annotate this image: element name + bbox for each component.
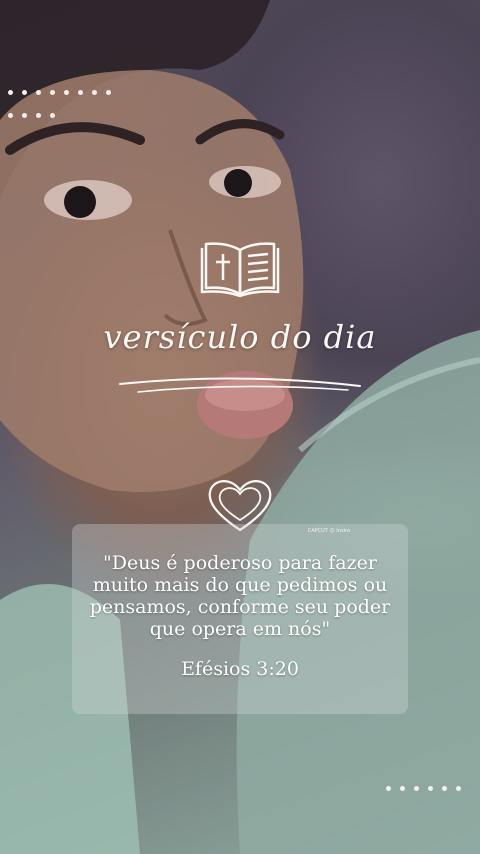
decorative-dots-top-row-1: [8, 90, 111, 95]
swoosh-underline-icon: [118, 372, 362, 396]
open-bible-with-cross-icon: [200, 238, 280, 298]
decorative-dots-top-row-2: [8, 113, 55, 118]
decorative-dots-bottom-row: [386, 786, 461, 791]
verse-reference: Efésios 3:20: [181, 658, 299, 680]
background-photo: [0, 0, 480, 854]
face-illustration: [0, 0, 480, 854]
page-title: versículo do dia: [103, 318, 377, 356]
watermark-label: CAPCUT ☺ Insira: [307, 528, 350, 534]
verse-text: "Deus é poderoso para fazer muito mais d…: [89, 552, 391, 640]
verse-card: CAPCUT ☺ Insira "Deus é poderoso para fa…: [72, 524, 408, 714]
